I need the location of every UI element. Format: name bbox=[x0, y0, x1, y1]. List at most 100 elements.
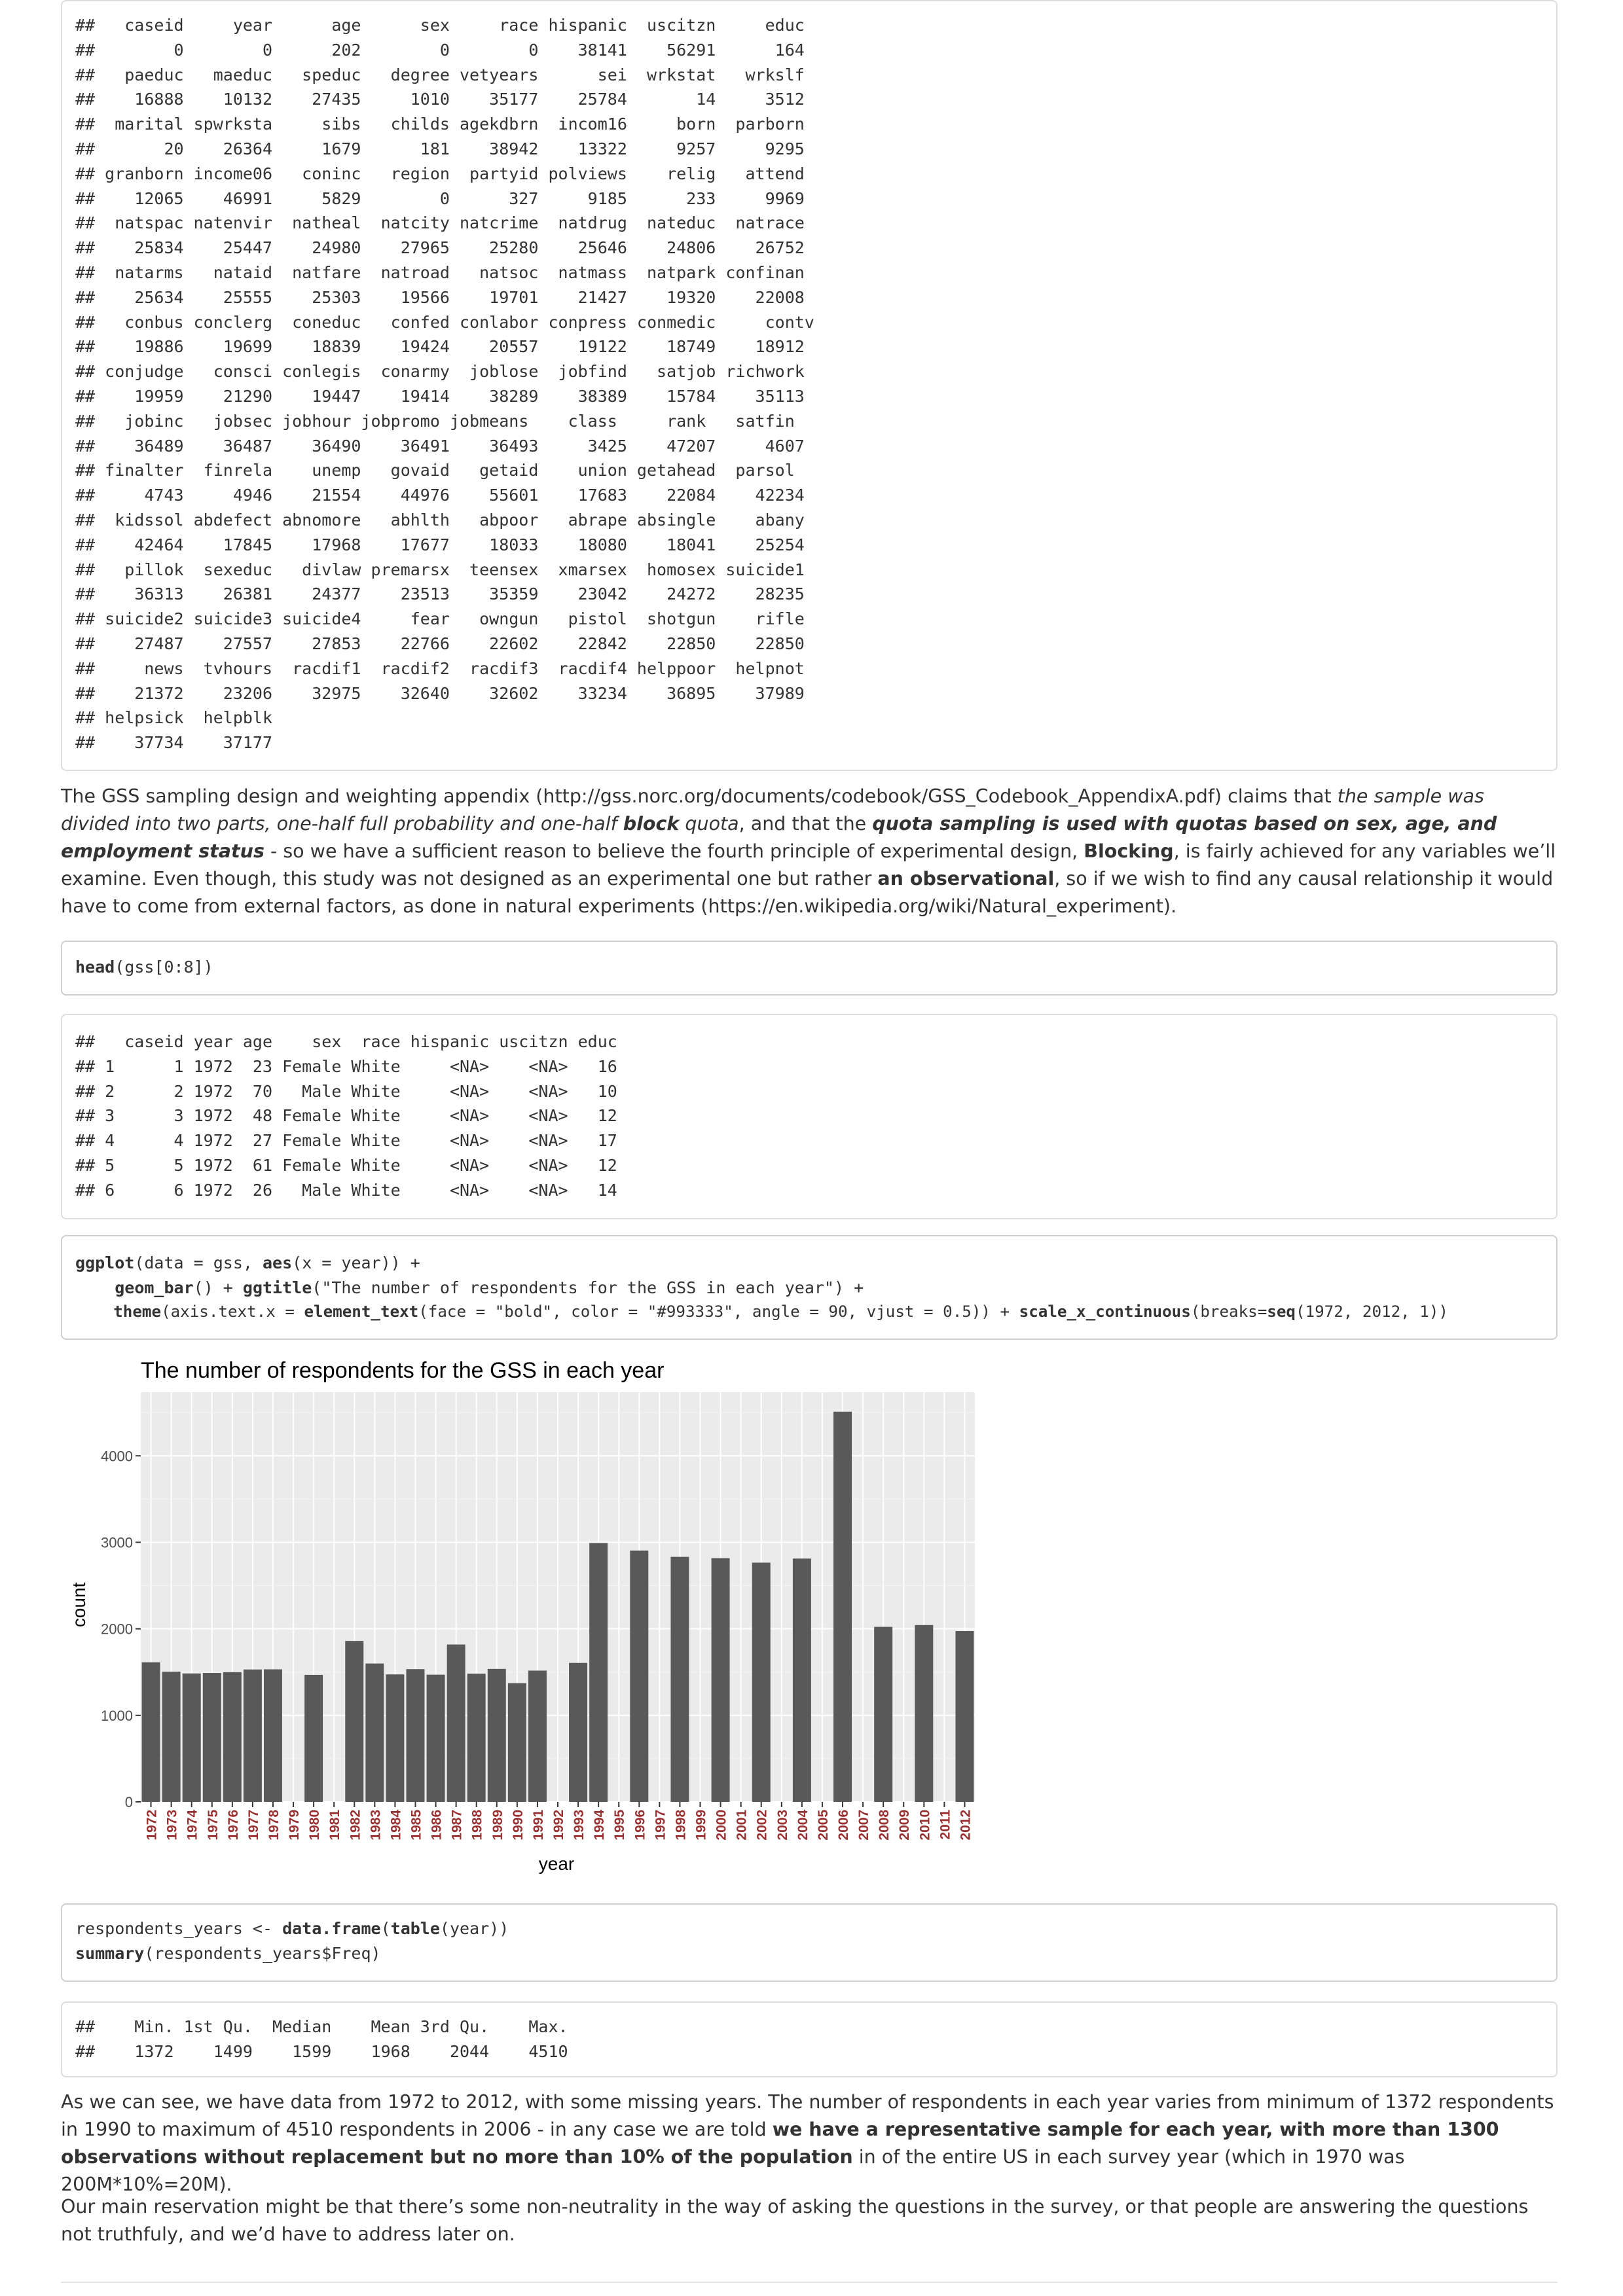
output-line: ## 0 0 202 0 0 38141 56291 164 bbox=[75, 40, 805, 60]
output-line: ## 19886 19699 18839 19424 20557 19122 1… bbox=[75, 337, 805, 357]
x-tick-label: 1974 bbox=[185, 1810, 200, 1840]
x-tick-label: 1994 bbox=[592, 1810, 607, 1840]
output-line: ## 36313 26381 24377 23513 35359 23042 2… bbox=[75, 584, 805, 604]
output-line: ## natspac natenvir natheal natcity natc… bbox=[75, 213, 805, 233]
output-line: ## natarms nataid natfare natroad natsoc… bbox=[75, 262, 805, 282]
x-tick-label: 1992 bbox=[551, 1810, 566, 1840]
chart-bar bbox=[202, 1673, 221, 1802]
output-line: ## pillok sexeduc divlaw premarsx teense… bbox=[75, 560, 805, 579]
chart-bar bbox=[915, 1624, 934, 1802]
code-block-head: head(gss[0:8]) bbox=[61, 941, 1558, 996]
chart-bar bbox=[833, 1411, 852, 1802]
head-output-text: ## caseid year age sex race hispanic usc… bbox=[75, 1030, 1543, 1203]
summary-stats-output: ## Min. 1st Qu. Median Mean 3rd Qu. Max.… bbox=[61, 2001, 1558, 2077]
paragraph-reservation: Our main reservation might be that there… bbox=[61, 2196, 1529, 2245]
x-tick-label: 2010 bbox=[917, 1810, 932, 1840]
x-tick-label: 2005 bbox=[816, 1810, 831, 1840]
chart-bar bbox=[263, 1669, 282, 1802]
chart-bar bbox=[589, 1543, 608, 1802]
chart-svg: The number of respondents for the GSS in… bbox=[69, 1358, 975, 1874]
x-tick-label: 1989 bbox=[490, 1810, 505, 1840]
code-line: respondents_years <- data.frame(table(ye… bbox=[75, 1919, 509, 1938]
output-line: ## 20 26364 1679 181 38942 13322 9257 92… bbox=[75, 139, 805, 158]
x-tick-label: 2001 bbox=[735, 1810, 750, 1840]
chart-bar bbox=[487, 1668, 506, 1802]
x-tick-label: 1996 bbox=[632, 1810, 647, 1840]
chart-bar bbox=[507, 1683, 526, 1802]
y-tick-label: 1000 bbox=[101, 1708, 133, 1724]
output-line: ## 25634 25555 25303 19566 19701 21427 1… bbox=[75, 287, 805, 307]
x-tick-label: 1993 bbox=[572, 1810, 587, 1840]
x-tick-label: 1982 bbox=[348, 1810, 363, 1840]
y-tick-label: 3000 bbox=[101, 1534, 133, 1551]
output-line: ## 27487 27557 27853 22766 22602 22842 2… bbox=[75, 634, 805, 653]
x-tick-label: 2006 bbox=[836, 1810, 851, 1840]
chart-y-axis-label: count bbox=[69, 1583, 89, 1628]
output-line: ## finalter finrela unemp govaid getaid … bbox=[75, 461, 795, 480]
x-tick-label: 1978 bbox=[266, 1810, 282, 1840]
code-line: summary(respondents_years$Freq) bbox=[75, 1943, 381, 1963]
output-line: ## 2 2 1972 70 Male White <NA> <NA> 10 bbox=[75, 1081, 617, 1101]
x-tick-label: 2002 bbox=[755, 1810, 770, 1840]
chart-bar bbox=[182, 1673, 201, 1802]
x-tick-label: 1980 bbox=[307, 1810, 322, 1840]
paragraph-respondents-range: As we can see, we have data from 1972 to… bbox=[61, 2091, 1554, 2195]
output-line: ## marital spwrksta sibs childs agekdbrn… bbox=[75, 115, 805, 134]
chart-bar bbox=[467, 1674, 486, 1802]
code-block-summary: respondents_years <- data.frame(table(ye… bbox=[61, 1903, 1558, 1982]
output-line: ## jobinc jobsec jobhour jobpromo jobmea… bbox=[75, 411, 795, 431]
x-tick-label: 2008 bbox=[877, 1810, 892, 1840]
x-tick-label: 1976 bbox=[226, 1810, 241, 1840]
chart-title: The number of respondents for the GSS in… bbox=[141, 1358, 664, 1383]
code-line: head(gss[0:8]) bbox=[75, 958, 213, 977]
y-tick-label: 4000 bbox=[101, 1448, 133, 1464]
output-line: ## helpsick helpblk bbox=[75, 708, 273, 728]
chart-bar bbox=[874, 1626, 893, 1802]
output-line: ## 3 3 1972 48 Female White <NA> <NA> 12 bbox=[75, 1106, 617, 1126]
output-line: ## conjudge consci conlegis conarmy jobl… bbox=[75, 362, 805, 382]
x-tick-label: 1979 bbox=[287, 1810, 302, 1840]
output-line: ## 1372 1499 1599 1968 2044 4510 bbox=[75, 2041, 568, 2061]
x-tick-label: 1984 bbox=[388, 1810, 403, 1840]
code-block-ggplot: ggplot(data = gss, aes(x = year)) + geom… bbox=[61, 1235, 1558, 1340]
x-tick-label: 1981 bbox=[327, 1810, 342, 1840]
x-tick-label: 2000 bbox=[714, 1810, 729, 1840]
x-tick-label: 1999 bbox=[694, 1810, 709, 1840]
x-tick-label: 1987 bbox=[450, 1810, 465, 1840]
chart-bar bbox=[386, 1674, 405, 1802]
chart-bar bbox=[223, 1672, 242, 1802]
chart-bar bbox=[365, 1663, 384, 1802]
chart-panel: 0 1000 2000 3000 4000 1972 1973 1974 1975 1976 197… bbox=[101, 1392, 975, 1840]
y-tick-label: 2000 bbox=[101, 1621, 133, 1638]
summary-stats-output-text: ## Min. 1st Qu. Median Mean 3rd Qu. Max.… bbox=[75, 2015, 1543, 2064]
output-line: ## 25834 25447 24980 27965 25280 25646 2… bbox=[75, 238, 805, 258]
chart-bar bbox=[162, 1672, 181, 1802]
x-tick-label: 2003 bbox=[775, 1810, 790, 1840]
output-line: ## kidssol abdefect abnomore abhlth abpo… bbox=[75, 510, 805, 529]
output-line: ## 1 1 1972 23 Female White <NA> <NA> 16 bbox=[75, 1056, 617, 1076]
head-output: ## caseid year age sex race hispanic usc… bbox=[61, 1014, 1558, 1219]
output-line: ## 5 5 1972 61 Female White <NA> <NA> 12 bbox=[75, 1155, 617, 1175]
chart-bar bbox=[752, 1562, 771, 1802]
output-line: ## granborn income06 coninc region party… bbox=[75, 164, 805, 183]
x-tick-label: 1988 bbox=[470, 1810, 485, 1840]
output-line: ## 36489 36487 36490 36491 36493 3425 47… bbox=[75, 436, 805, 456]
output-line: ## 19959 21290 19447 19414 38289 38389 1… bbox=[75, 386, 805, 406]
respondents-bar-chart: The number of respondents for the GSS in… bbox=[61, 1348, 1030, 1885]
summary-na-output: ## caseid year age sex race hispanic usc… bbox=[61, 0, 1558, 771]
chart-bar bbox=[304, 1674, 323, 1802]
output-line: ## 4743 4946 21554 44976 55601 17683 220… bbox=[75, 486, 805, 505]
code-line: ggplot(data = gss, aes(x = year)) + bbox=[75, 1253, 420, 1272]
x-tick-label: 1977 bbox=[246, 1810, 261, 1840]
x-tick-label: 1995 bbox=[612, 1810, 627, 1840]
x-tick-label: 1986 bbox=[429, 1810, 445, 1840]
code-line: geom_bar() + ggtitle("The number of resp… bbox=[115, 1278, 864, 1297]
output-line: ## caseid year age sex race hispanic usc… bbox=[75, 1032, 617, 1051]
x-tick-label: 2009 bbox=[897, 1810, 912, 1840]
chart-bar bbox=[711, 1558, 730, 1802]
paragraph-sampling-design: The GSS sampling design and weighting ap… bbox=[61, 785, 1556, 917]
x-tick-label: 1972 bbox=[145, 1810, 160, 1840]
code-line: theme(axis.text.x = element_text(face = … bbox=[113, 1302, 1448, 1321]
summary-na-output-text: ## caseid year age sex race hispanic usc… bbox=[75, 13, 1543, 755]
x-tick-label: 1973 bbox=[165, 1810, 180, 1840]
